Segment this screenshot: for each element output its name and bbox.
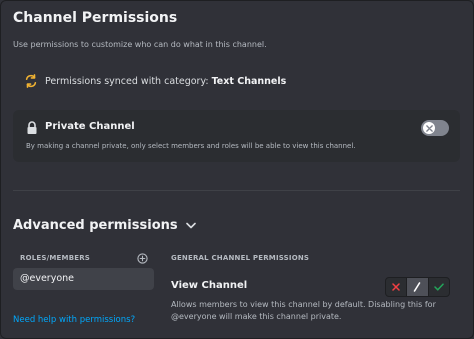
private-channel-label: Private Channel [45, 121, 135, 132]
page-subtitle: Use permissions to customize who can do … [13, 40, 267, 49]
private-channel-card: Private Channel By making a channel priv… [13, 110, 460, 162]
advanced-permissions-toggle[interactable]: Advanced permissions [13, 218, 196, 233]
role-item-everyone[interactable]: @everyone [13, 268, 154, 290]
close-icon [425, 124, 433, 132]
sync-text: Permissions synced with category: [45, 75, 209, 87]
sync-category: Text Channels [211, 75, 287, 87]
slash-icon [414, 282, 421, 292]
private-channel-description: By making a channel private, only select… [26, 142, 356, 150]
roles-members-header: ROLES/MEMBERS [20, 254, 91, 262]
private-channel-toggle[interactable] [421, 120, 449, 136]
add-role-icon[interactable] [137, 253, 148, 264]
check-icon [434, 283, 444, 291]
allow-button[interactable] [429, 278, 449, 296]
permission-description: Allows members to view this channel by d… [171, 300, 436, 321]
sync-status: Permissions synced with category: Text C… [24, 74, 286, 88]
neutral-button[interactable] [407, 278, 429, 296]
permission-name: View Channel [171, 280, 248, 291]
chevron-down-icon [185, 222, 196, 229]
sync-icon [25, 74, 37, 88]
advanced-permissions-title: Advanced permissions [13, 218, 178, 233]
divider [13, 190, 460, 191]
deny-button[interactable] [386, 278, 408, 296]
lock-icon [27, 121, 37, 134]
general-channel-permissions-header: GENERAL CHANNEL PERMISSIONS [171, 254, 310, 262]
toggle-knob [423, 122, 435, 134]
page-title: Channel Permissions [13, 10, 178, 26]
help-permissions-link[interactable]: Need help with permissions? [13, 315, 135, 325]
permission-tristate [385, 277, 450, 297]
close-icon [392, 283, 400, 291]
